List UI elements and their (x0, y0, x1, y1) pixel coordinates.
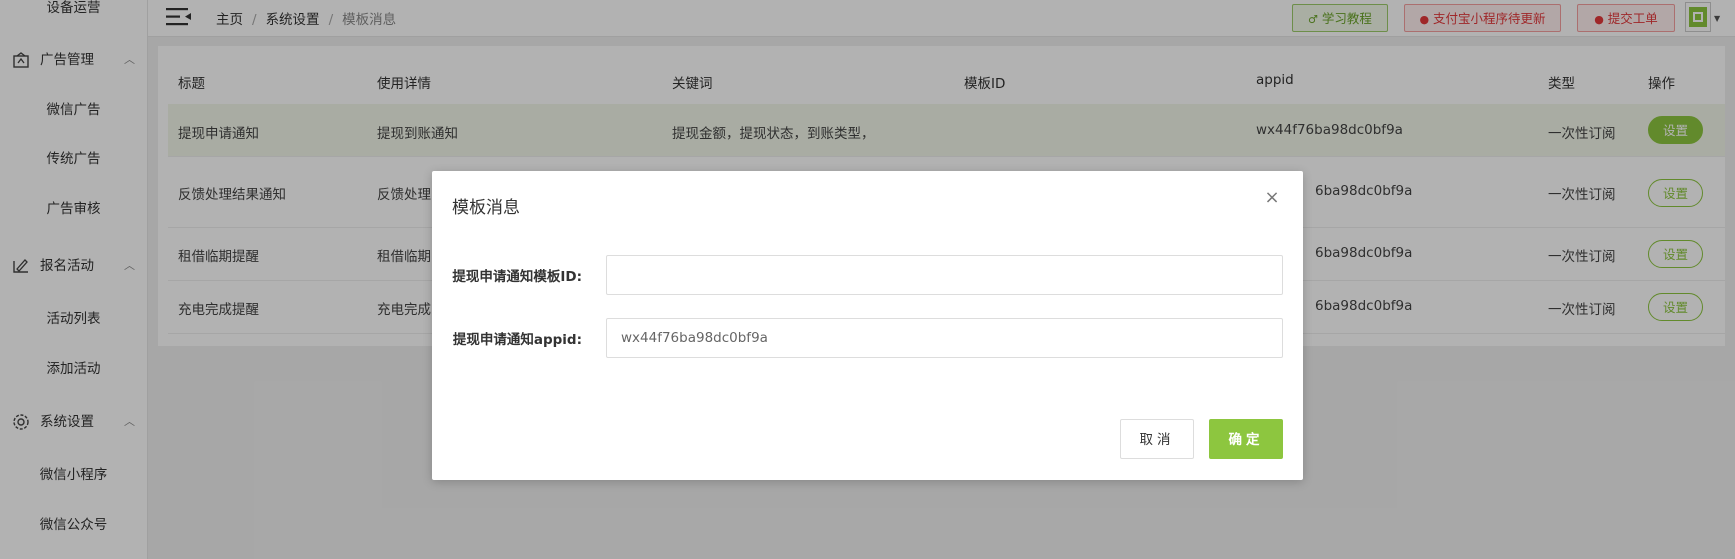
close-icon[interactable]: × (1264, 189, 1280, 207)
template-message-dialog: 模板消息 × 提现申请通知模板ID: 提现申请通知appid: 取消 确定 (432, 171, 1303, 480)
appid-label: 提现申请通知appid: (452, 332, 582, 348)
template-id-input[interactable] (606, 255, 1283, 295)
confirm-button[interactable]: 确定 (1209, 419, 1283, 459)
cancel-button[interactable]: 取消 (1120, 419, 1194, 459)
dialog-title: 模板消息 (452, 198, 520, 218)
template-id-label: 提现申请通知模板ID: (452, 269, 582, 285)
appid-input[interactable] (606, 318, 1283, 358)
